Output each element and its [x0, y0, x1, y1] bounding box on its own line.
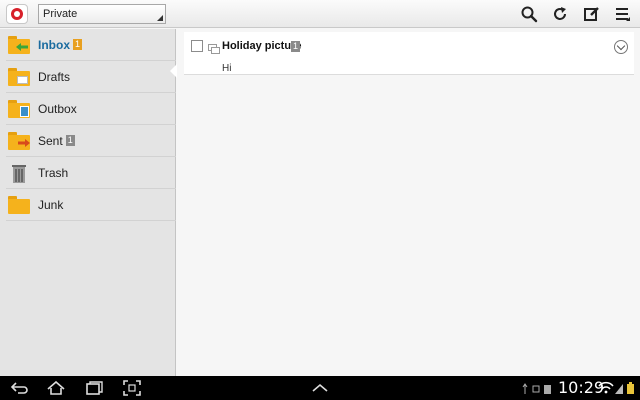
folder-item-sent[interactable]: Sent 1	[6, 125, 176, 157]
inbox-folder-icon	[8, 35, 30, 54]
email-app-icon[interactable]	[6, 4, 28, 24]
sent-folder-icon	[8, 131, 30, 150]
system-navigation-bar: 10:29	[0, 376, 640, 400]
message-checkbox[interactable]	[191, 40, 203, 52]
thread-count-badge: 1	[291, 41, 301, 52]
folder-item-drafts[interactable]: Drafts	[6, 61, 176, 93]
chevron-up-icon[interactable]	[310, 379, 330, 397]
home-icon[interactable]	[46, 379, 66, 397]
folder-label: Junk	[38, 197, 64, 212]
action-bar: Private	[0, 0, 640, 28]
drafts-folder-icon	[8, 67, 30, 86]
back-icon[interactable]	[10, 379, 30, 397]
folder-item-trash[interactable]: Trash	[6, 157, 176, 189]
compose-icon[interactable]	[583, 5, 601, 23]
folder-label: Sent	[38, 133, 63, 148]
search-icon[interactable]	[520, 5, 538, 23]
message-list: Holiday picture 1 Hi	[177, 29, 640, 376]
folder-item-junk[interactable]: Junk	[6, 189, 176, 221]
conversation-icon	[208, 41, 220, 54]
folder-item-outbox[interactable]: Outbox	[6, 93, 176, 125]
junk-folder-icon	[8, 195, 30, 214]
folder-label: Trash	[38, 165, 69, 180]
folder-label: Outbox	[38, 101, 77, 116]
folder-label: Drafts	[38, 69, 71, 84]
message-preview: Hi	[222, 63, 232, 74]
trash-icon	[8, 164, 30, 183]
message-subject: Holiday picture	[222, 40, 302, 52]
account-selector-value: Private	[43, 8, 78, 20]
unread-count-badge: 1	[65, 135, 75, 146]
screenshot-icon[interactable]	[122, 379, 142, 397]
message-row[interactable]: Holiday picture 1 Hi	[184, 32, 634, 75]
refresh-icon[interactable]	[551, 5, 569, 23]
dropdown-arrow-icon	[157, 15, 163, 21]
folder-item-inbox[interactable]: Inbox 1	[6, 29, 176, 61]
unread-count-badge: 1	[73, 39, 83, 50]
expand-chevron-icon[interactable]	[614, 40, 628, 54]
folder-label: Inbox	[38, 37, 70, 52]
recent-apps-icon[interactable]	[84, 379, 104, 397]
account-selector[interactable]: Private	[38, 4, 166, 24]
notification-icons	[522, 382, 554, 394]
wifi-signal-battery-icon	[598, 381, 636, 395]
folder-sidebar: Inbox 1 Drafts Outbox Sent 1 Trash Junk	[0, 29, 178, 376]
outbox-folder-icon	[8, 99, 30, 118]
menu-icon[interactable]	[614, 5, 632, 23]
